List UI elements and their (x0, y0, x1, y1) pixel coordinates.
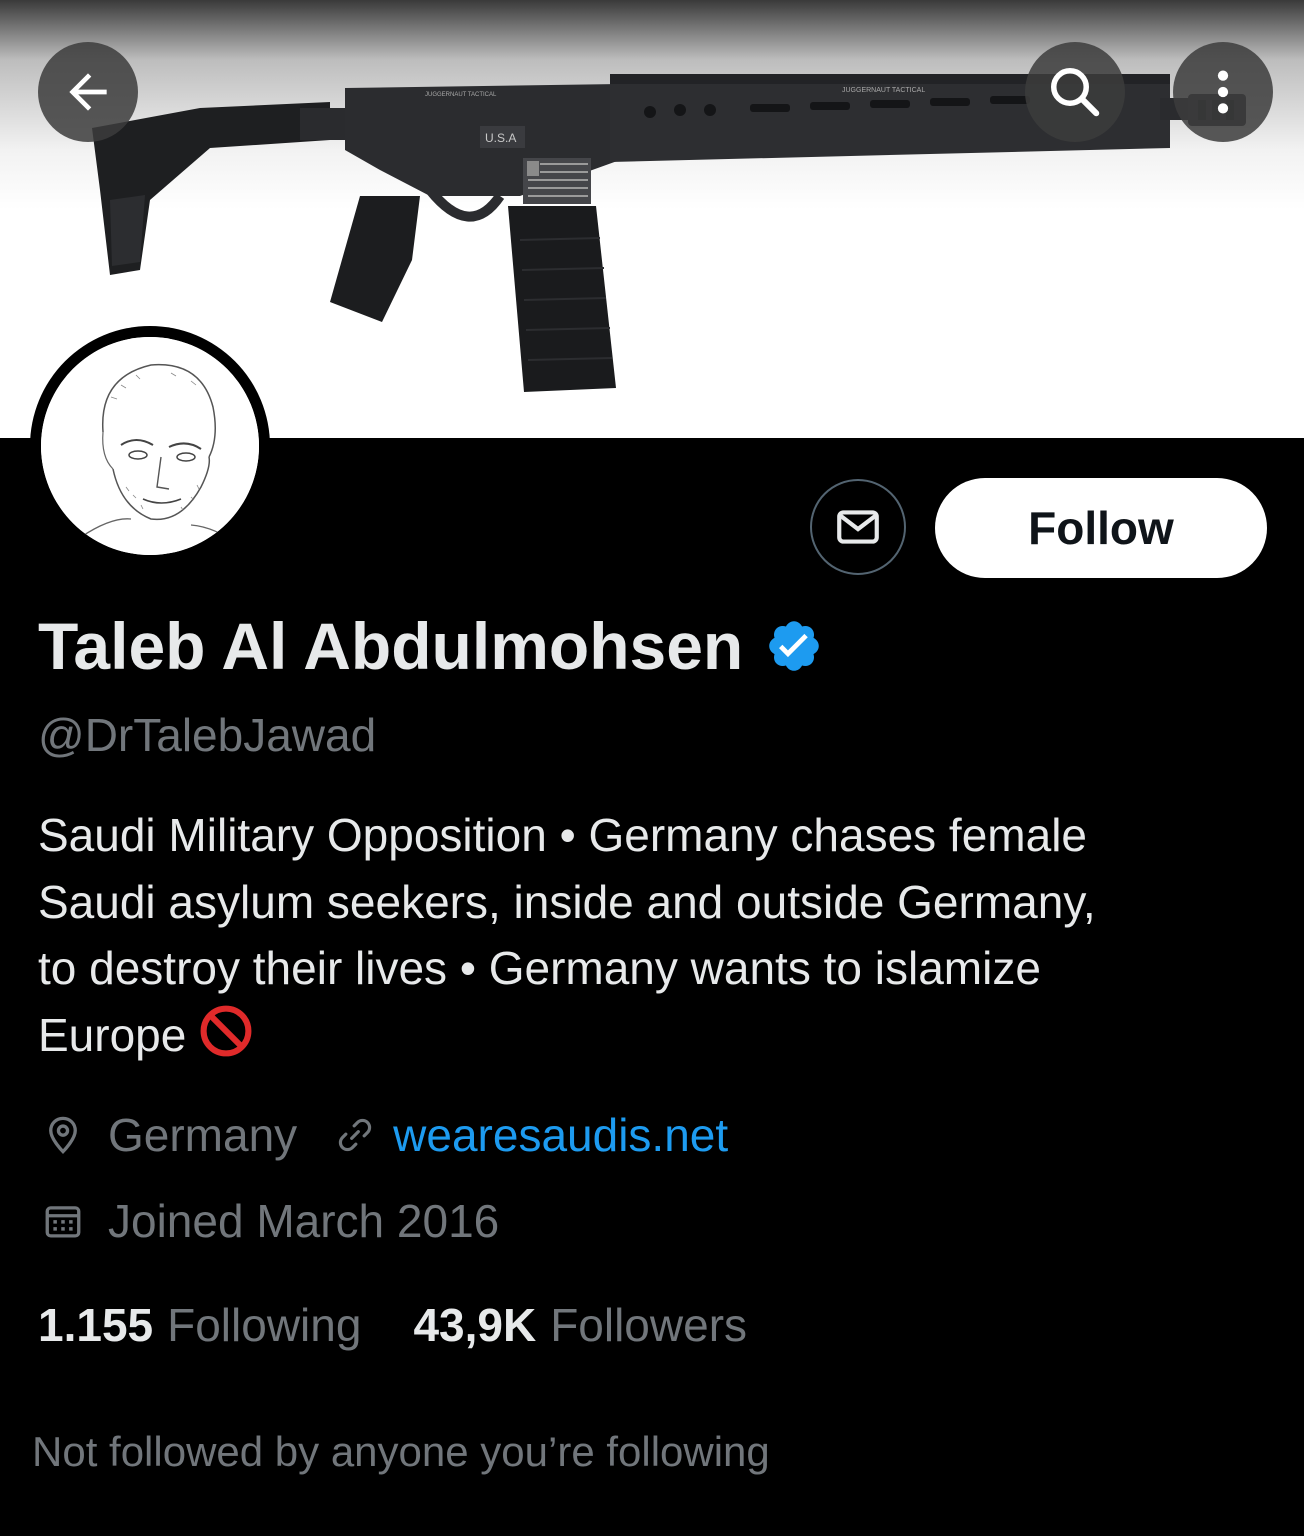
follow-button[interactable]: Follow (935, 478, 1267, 578)
location-pin-icon (49, 1116, 77, 1154)
envelope-icon (837, 510, 879, 544)
followers-stat[interactable]: 43,9K Followers (413, 1298, 747, 1352)
bio-line-2: Saudi asylum seekers, inside and outside… (38, 875, 1096, 928)
brand-marking-right: JUGGERNAUT TACTICAL (842, 87, 925, 94)
follow-stats: 1.155 Following 43,9K Followers (38, 1298, 747, 1352)
followers-count: 43,9K (413, 1299, 537, 1351)
joined-row: Joined March 2016 (42, 1194, 499, 1248)
search-button[interactable] (1025, 42, 1125, 142)
avatar-image (41, 337, 259, 555)
following-count: 1.155 (38, 1299, 154, 1351)
user-handle: @DrTalebJawad (38, 709, 377, 761)
followers-label: Followers (550, 1299, 748, 1351)
display-name: Taleb Al Abdulmohsen (38, 609, 744, 683)
prohibited-emoji-icon (200, 1005, 252, 1056)
bio-line-4: Europe (38, 1008, 187, 1061)
bio-line-3: to destroy their lives • Germany wants t… (38, 942, 1041, 994)
search-icon (1051, 68, 1100, 117)
not-followed-notice: Not followed by anyone you’re following (32, 1428, 770, 1475)
location-url-row: Germany wearesaudis.net (42, 1108, 728, 1162)
bio-line-1: Saudi Military Opposition • Germany chas… (38, 809, 1087, 861)
more-options-button[interactable] (1173, 42, 1273, 142)
location-text: Germany (108, 1109, 298, 1161)
profile-avatar[interactable] (30, 326, 270, 566)
following-stat[interactable]: 1.155 Following (38, 1298, 361, 1352)
usa-marking: U.S.A (485, 131, 516, 145)
back-button[interactable] (38, 42, 138, 142)
link-icon (339, 1118, 372, 1152)
bio-line-4-wrap: Europe (38, 1002, 1268, 1069)
joined-date: Joined March 2016 (108, 1195, 500, 1247)
brand-marking-left: JUGGERNAUT TACTICAL (425, 92, 497, 98)
following-label: Following (167, 1299, 362, 1351)
verified-badge-icon[interactable] (765, 617, 823, 675)
message-button[interactable] (810, 479, 906, 575)
more-vertical-icon (1217, 70, 1229, 114)
profile-bio: Saudi Military Opposition • Germany chas… (38, 802, 1268, 1068)
arrow-left-icon (69, 73, 107, 111)
name-row: Taleb Al Abdulmohsen (38, 608, 823, 684)
calendar-icon (45, 1206, 81, 1238)
website-link[interactable]: wearesaudis.net (393, 1108, 728, 1162)
